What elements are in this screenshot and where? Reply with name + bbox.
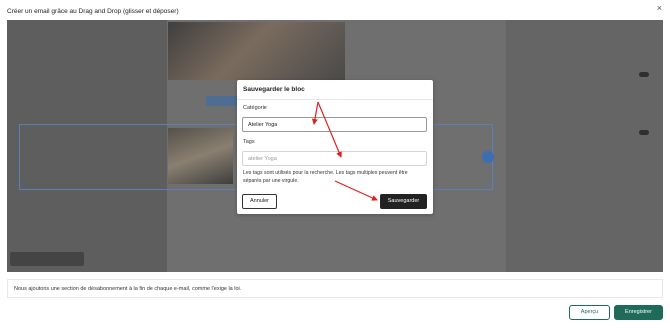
- save-button[interactable]: Enregistrer: [614, 305, 663, 320]
- tags-help-text: Les tags sont utilisés pour la recherche…: [243, 170, 408, 184]
- save-block-modal: Sauvegarder le bloc Catégorie Atelier Yo…: [237, 80, 433, 214]
- save-block-button[interactable]: Sauvegarder: [380, 194, 427, 209]
- cancel-button[interactable]: Annuler: [242, 194, 277, 209]
- dialog-window: Créer un email grâce au Drag and Drop (g…: [0, 0, 670, 328]
- close-icon[interactable]: ×: [657, 3, 662, 13]
- unsubscribe-notice: Nous ajoutons une section de désabonneme…: [7, 279, 663, 298]
- category-input[interactable]: Atelier Yoga: [242, 117, 427, 132]
- block-handle-icon: [482, 151, 494, 163]
- settings-panel: [506, 20, 663, 272]
- editor-toolbar: [10, 252, 84, 266]
- preview-button[interactable]: Aperçu: [569, 305, 610, 320]
- divider: [237, 99, 433, 100]
- tags-input[interactable]: atelier Yoga: [242, 151, 427, 166]
- toggle-switch: [639, 72, 649, 77]
- content-image: [168, 22, 345, 80]
- category-label: Catégorie: [243, 105, 267, 111]
- modal-title: Sauvegarder le bloc: [243, 86, 305, 93]
- dialog-title: Créer un email grâce au Drag and Drop (g…: [7, 8, 179, 15]
- tags-label: Tags: [243, 139, 255, 145]
- toggle-switch: [639, 130, 649, 135]
- notice-text: Nous ajoutons une section de désabonneme…: [14, 286, 242, 292]
